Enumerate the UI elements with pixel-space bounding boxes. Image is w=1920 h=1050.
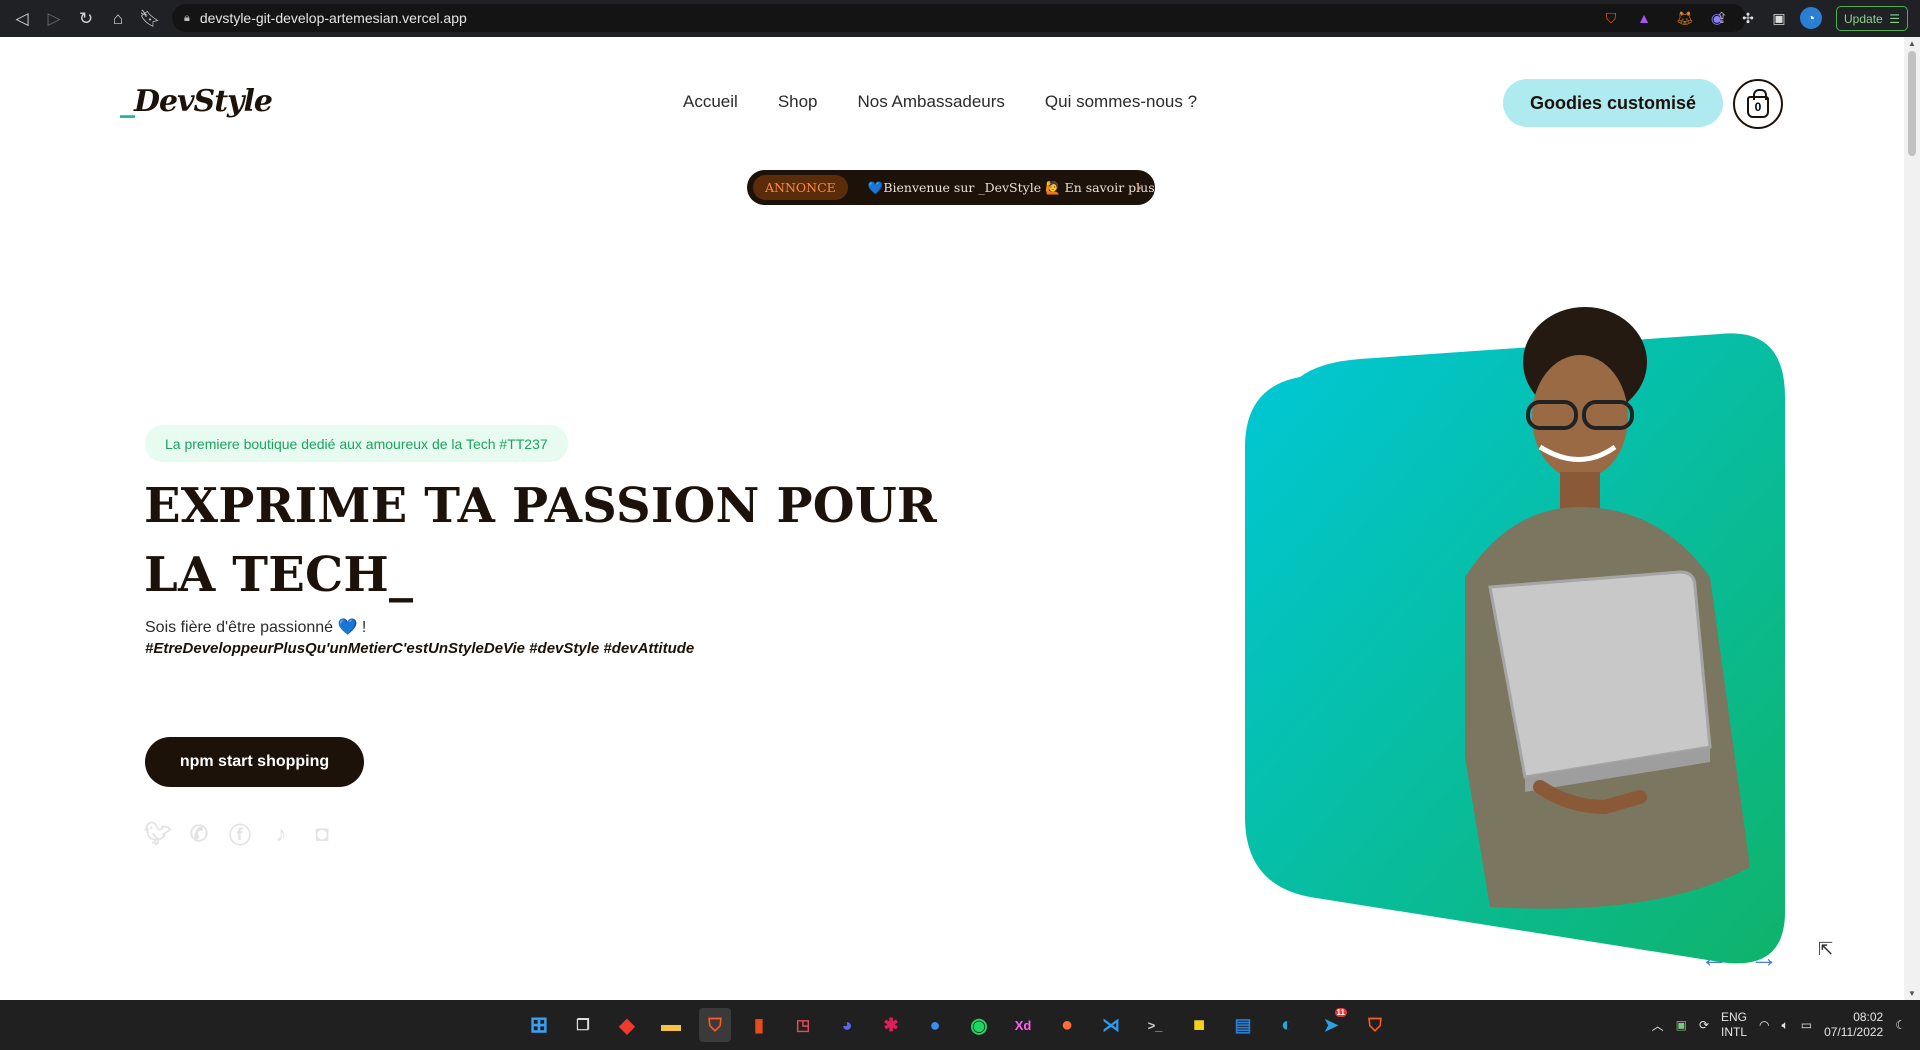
mouse-cursor-icon: ⇱ xyxy=(1818,939,1834,959)
battery-icon[interactable]: ▭ xyxy=(1801,1018,1812,1032)
terminal-icon[interactable]: >_ xyxy=(1139,1008,1171,1042)
adobe-xd-icon[interactable]: Xd xyxy=(1007,1008,1039,1042)
announcement-bar[interactable]: ANNONCE 💙Bienvenue sur _DevStyle 🙋 En sa… xyxy=(747,170,1155,205)
slack-icon[interactable]: ✱ xyxy=(875,1008,907,1042)
arrow-right-icon[interactable]: → xyxy=(1750,942,1778,974)
telegram-icon[interactable]: ➤ 11 xyxy=(1315,1008,1347,1042)
telegram-badge: 11 xyxy=(1334,1008,1347,1017)
tiktok-icon[interactable]: ♪ xyxy=(268,821,294,847)
extensions-puzzle-icon[interactable]: ✣ xyxy=(1737,7,1759,29)
system-tray: ︿ ▣ ⟳ ENG INTL ◠ 🔈︎ ▭ 08:02 07/11/2022 ☾ xyxy=(1652,1000,1906,1050)
nav-item-ambassadeurs[interactable]: Nos Ambassadeurs xyxy=(858,92,1005,112)
focus-assist-icon[interactable]: ☾ xyxy=(1895,1018,1906,1032)
edge-icon[interactable]: ◐ xyxy=(1271,1008,1303,1042)
whatsapp-icon[interactable]: ✆ xyxy=(186,821,212,847)
tray-app-icon[interactable]: ▣ xyxy=(1676,1018,1687,1032)
cart-button[interactable]: 0 xyxy=(1733,79,1783,129)
file-explorer-icon[interactable]: ▬ xyxy=(655,1008,687,1042)
hero-badge: La premiere boutique dedié aux amoureux … xyxy=(145,425,568,462)
address-bar[interactable]: 🔒︎ devstyle-git-develop-artemesian.verce… xyxy=(172,4,1746,32)
hero-subtitle: Sois fière d'être passionné 💙 ! xyxy=(145,619,367,636)
logo-text: DevStyle xyxy=(134,84,273,119)
wallet-icon[interactable]: ▣ xyxy=(1768,7,1790,29)
brave-browser-icon[interactable]: ⛉ xyxy=(699,1008,731,1042)
announcement-tag: ANNONCE xyxy=(753,175,848,200)
wifi-icon[interactable]: ◠ xyxy=(1759,1018,1769,1032)
chevron-up-icon[interactable]: ︿ xyxy=(1652,1017,1664,1034)
windows-start-icon[interactable]: ⊞ xyxy=(523,1008,555,1042)
scrollbar-thumb[interactable] xyxy=(1908,51,1916,156)
volume-icon[interactable]: 🔈︎ xyxy=(1782,1018,1789,1033)
facebook-icon[interactable]: ⓕ xyxy=(227,821,253,848)
cart-count: 0 xyxy=(1754,99,1762,114)
brave-shield-icon[interactable]: ⛉ xyxy=(1600,7,1622,29)
sticky-notes-icon[interactable]: ■ xyxy=(1183,1008,1215,1042)
menu-icon: ☰ xyxy=(1889,11,1900,26)
announcement-text: 💙Bienvenue sur _DevStyle 🙋 En savoir plu… xyxy=(867,179,1155,195)
hero-title: EXPRIME TA PASSION POUR LA TECH_ xyxy=(144,478,937,603)
start-shopping-button[interactable]: npm start shopping xyxy=(145,737,364,787)
spotify-icon[interactable]: ◉ xyxy=(963,1008,995,1042)
home-icon[interactable]: ⌂ xyxy=(102,0,134,37)
lock-icon: 🔒︎ xyxy=(184,11,190,24)
arrow-left-icon[interactable]: ← xyxy=(1700,942,1728,974)
carousel-controls: ← → xyxy=(1700,942,1778,974)
sync-icon[interactable]: ⟳ xyxy=(1699,1018,1709,1032)
url-text: devstyle-git-develop-artemesian.vercel.a… xyxy=(199,10,467,26)
clock-time: 08:02 xyxy=(1853,1010,1884,1024)
hero-hashtags: #EtreDeveloppeurPlusQu'unMetierC'estUnSt… xyxy=(145,640,695,657)
scroll-down-icon[interactable]: ▼ xyxy=(1908,989,1916,998)
scroll-up-icon[interactable]: ▲ xyxy=(1908,39,1916,48)
web-page: _DevStyle Accueil Shop Nos Ambassadeurs … xyxy=(0,37,1904,1000)
discord-icon[interactable]: ◕ xyxy=(831,1008,863,1042)
messenger-icon[interactable]: ● xyxy=(919,1008,951,1042)
postman-icon[interactable]: ● xyxy=(1051,1008,1083,1042)
chevron-right-icon: › xyxy=(1135,177,1142,198)
word-icon[interactable]: ▤ xyxy=(1227,1008,1259,1042)
language-indicator[interactable]: ENG INTL xyxy=(1721,1010,1747,1040)
brave-rewards-icon[interactable]: ▲ xyxy=(1633,7,1655,29)
goodies-button[interactable]: Goodies customisé xyxy=(1503,79,1723,127)
update-button[interactable]: Update ☰ xyxy=(1836,6,1908,31)
update-label: Update xyxy=(1844,11,1883,26)
site-logo[interactable]: _DevStyle xyxy=(120,84,273,119)
vscode-icon[interactable]: ⋊ xyxy=(1095,1008,1127,1042)
page-scrollbar[interactable]: ▲ ▼ xyxy=(1904,37,1920,1000)
logo-underscore: _ xyxy=(120,84,135,119)
extension-circle-icon[interactable]: ◉ xyxy=(1706,7,1728,29)
taskbar-apps: ⊞ ❐ ◆ ▬ ⛉ ▮ ◳ ◕ ✱ ● ◉ Xd ● ⋊ >_ ■ ▤ ◐ ➤ 1… xyxy=(523,1008,1391,1042)
forward-icon[interactable]: ▷ xyxy=(38,0,70,37)
reload-icon[interactable]: ↻ xyxy=(70,0,102,37)
hero-image xyxy=(1245,307,1785,964)
twitter-icon[interactable]: 🐦︎ xyxy=(144,821,172,847)
language-label: ENG xyxy=(1721,1010,1748,1024)
nav-item-qui-sommes-nous[interactable]: Qui sommes-nous ? xyxy=(1045,92,1197,112)
nav-item-shop[interactable]: Shop xyxy=(778,92,818,112)
task-view-icon[interactable]: ❐ xyxy=(567,1008,599,1042)
main-nav: Accueil Shop Nos Ambassadeurs Qui sommes… xyxy=(683,92,1197,112)
windows-taskbar: ⊞ ❐ ◆ ▬ ⛉ ▮ ◳ ◕ ✱ ● ◉ Xd ● ⋊ >_ ■ ▤ ◐ ➤ 1… xyxy=(0,1000,1920,1050)
clock[interactable]: 08:02 07/11/2022 xyxy=(1824,1010,1883,1040)
nav-item-accueil[interactable]: Accueil xyxy=(683,92,738,112)
clock-date: 07/11/2022 xyxy=(1824,1025,1884,1039)
anydesk-icon[interactable]: ◆ xyxy=(611,1008,643,1042)
instagram-icon[interactable]: ◘ xyxy=(309,821,335,847)
brave-beta-icon[interactable]: ⛉ xyxy=(1359,1008,1391,1042)
office-icon[interactable]: ▮ xyxy=(743,1008,775,1042)
keyboard-layout-label: INTL xyxy=(1721,1025,1748,1039)
browser-toolbar: ◁ ▷ ↻ ⌂ 🔖︎ 🔒︎ devstyle-git-develop-artem… xyxy=(0,0,1920,37)
shopping-bag-icon: 0 xyxy=(1747,88,1769,118)
social-links: 🐦︎ ✆ ⓕ ♪ ◘ xyxy=(144,821,335,848)
profile-avatar-icon[interactable]: ◔ xyxy=(1800,7,1822,29)
back-icon[interactable]: ◁ xyxy=(6,0,38,37)
bookmark-icon[interactable]: 🔖︎ xyxy=(134,0,166,37)
app-grid-icon[interactable]: ◳ xyxy=(787,1008,819,1042)
metamask-icon[interactable]: 🦊︎ xyxy=(1674,7,1696,29)
